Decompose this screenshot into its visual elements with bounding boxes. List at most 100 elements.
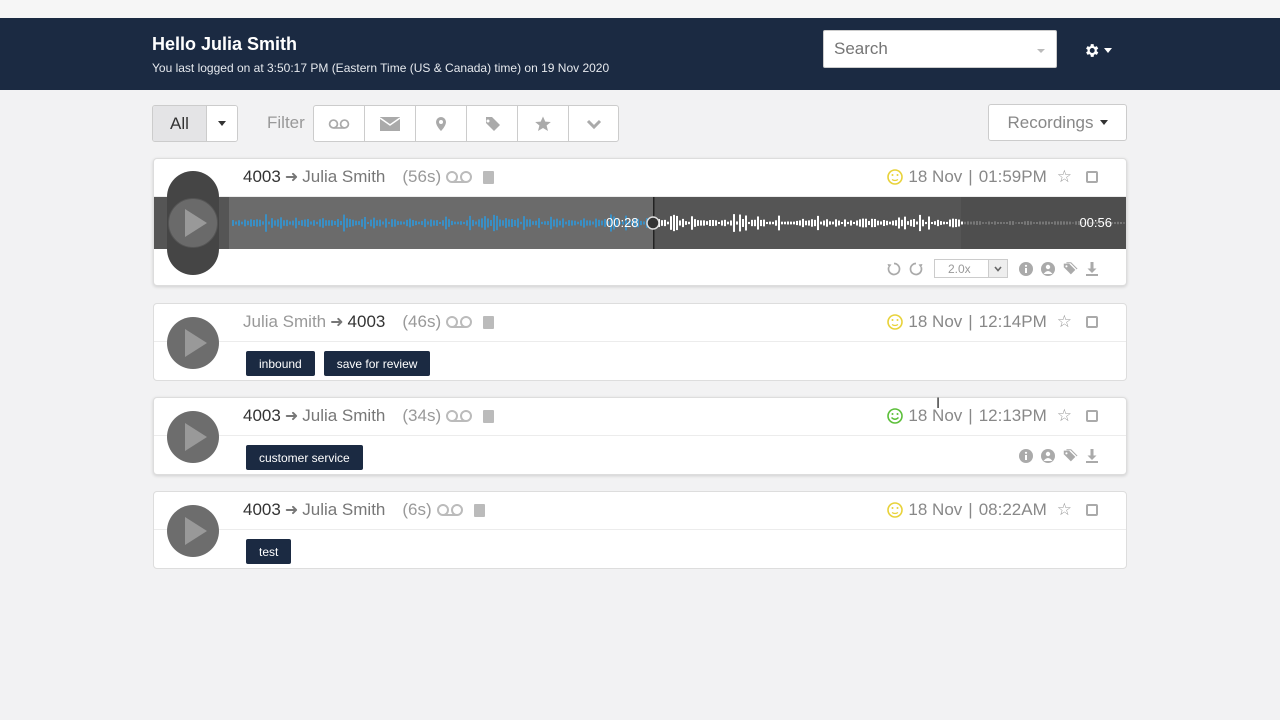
play-button[interactable]: [167, 171, 219, 275]
waveform-bar: [727, 221, 729, 225]
waveform-bar: [451, 220, 453, 226]
playhead-handle[interactable]: [646, 216, 660, 230]
tag-badge[interactable]: test: [246, 539, 292, 564]
all-button[interactable]: All: [153, 106, 206, 141]
waveform-bar: [283, 220, 285, 226]
forward-icon[interactable]: [908, 261, 924, 277]
call-title: 4003 ➜ Julia Smith (6s): [243, 500, 485, 520]
waveform-bar: [967, 221, 969, 225]
select-checkbox[interactable]: [1086, 504, 1098, 516]
call-to: Julia Smith: [302, 406, 386, 425]
player-actions: 2.0x: [886, 259, 1100, 278]
rewind-icon[interactable]: [886, 261, 902, 277]
waveform-bar: [1042, 221, 1044, 225]
waveform-bar: [484, 216, 486, 230]
favorite-star-icon[interactable]: ☆: [1057, 312, 1072, 332]
search-input[interactable]: [823, 30, 1057, 68]
waveform-bar: [973, 221, 975, 225]
info-icon[interactable]: [1018, 448, 1034, 464]
waveform-bar: [1057, 221, 1059, 225]
waveform-bar: [421, 221, 423, 225]
search-dropdown-caret[interactable]: [1037, 49, 1045, 53]
waveform-bar: [829, 221, 831, 225]
caret-down-icon: [1103, 47, 1112, 53]
waveform-bar: [478, 219, 480, 227]
call-date: 18 Nov: [908, 312, 963, 331]
play-button[interactable]: [167, 317, 219, 369]
favorite-star-icon[interactable]: ☆: [1057, 406, 1072, 426]
sentiment-neutral-icon: [887, 314, 904, 330]
waveform-bar: [853, 221, 855, 225]
filter-location-button[interactable]: [416, 106, 467, 141]
waveform-bar: [1033, 222, 1035, 224]
tags-icon[interactable]: [1062, 448, 1078, 464]
waveform-bar: [268, 221, 270, 225]
note-icon[interactable]: [483, 409, 495, 423]
filter-voicemail-button[interactable]: [314, 106, 365, 141]
waveform-bar: [1012, 221, 1014, 225]
select-checkbox[interactable]: [1086, 316, 1098, 328]
waveform-bar: [256, 219, 258, 227]
waveform-bar: [748, 221, 750, 225]
waveform-bar: [775, 220, 777, 226]
settings-menu-button[interactable]: [1072, 38, 1122, 62]
share-contact-icon[interactable]: [1040, 448, 1056, 464]
envelope-icon: [379, 116, 401, 131]
audio-waveform[interactable]: 00:28 00:56: [154, 197, 1126, 249]
waveform-bar: [1063, 221, 1065, 225]
waveform-bar: [325, 220, 327, 226]
filter-email-button[interactable]: [365, 106, 416, 141]
tags-icon[interactable]: [1062, 261, 1078, 277]
all-dropdown-button[interactable]: [206, 106, 237, 141]
playback-speed-select[interactable]: 2.0x: [934, 259, 1008, 278]
favorite-star-icon[interactable]: ☆: [1057, 500, 1072, 520]
waveform-bar: [541, 221, 543, 225]
waveform-bar: [235, 221, 237, 225]
waveform-bar: [412, 220, 414, 226]
waveform-bar: [1036, 221, 1038, 225]
waveform-bar: [307, 218, 309, 228]
share-contact-icon[interactable]: [1040, 261, 1056, 277]
note-icon[interactable]: [473, 503, 485, 517]
waveform-bar: [847, 221, 849, 225]
download-icon[interactable]: [1084, 448, 1100, 464]
waveform-bar: [538, 218, 540, 228]
select-checkbox[interactable]: [1086, 171, 1098, 183]
play-button[interactable]: [167, 411, 219, 463]
waveform-bar: [1039, 221, 1041, 225]
tag-icon: [485, 116, 500, 131]
waveform-bar: [280, 217, 282, 229]
waveform-bar: [547, 221, 549, 225]
filter-tag-button[interactable]: [467, 106, 518, 141]
waveform-bar: [511, 218, 513, 228]
filter-more-button[interactable]: [569, 106, 618, 141]
play-button[interactable]: [167, 505, 219, 557]
recordings-dropdown[interactable]: Recordings: [988, 104, 1127, 141]
info-icon[interactable]: [1018, 261, 1034, 277]
card-divider: [154, 341, 1126, 342]
waveform-bar: [337, 219, 339, 227]
download-icon[interactable]: [1084, 261, 1100, 277]
call-card: 4003 ➜ Julia Smith (34s) 18 Nov | 12:13P…: [153, 397, 1127, 475]
call-duration: (34s): [402, 406, 442, 425]
waveform-bar: [259, 219, 261, 227]
waveform-bar: [457, 221, 459, 225]
waveform-bar: [730, 220, 732, 226]
waveform-bar: [352, 219, 354, 227]
tag-badge[interactable]: save for review: [323, 351, 431, 376]
tag-badge[interactable]: customer service: [246, 445, 363, 470]
call-from: 4003: [243, 406, 281, 425]
favorite-star-icon[interactable]: ☆: [1057, 167, 1072, 187]
filter-star-button[interactable]: [518, 106, 569, 141]
waveform-bar: [901, 219, 903, 227]
tag-badge[interactable]: inbound: [246, 351, 315, 376]
select-checkbox[interactable]: [1086, 410, 1098, 422]
note-icon[interactable]: [483, 170, 495, 184]
waveform-bar: [892, 220, 894, 226]
waveform-bar: [703, 220, 705, 226]
note-icon[interactable]: [483, 315, 495, 329]
waveform-bar: [760, 219, 762, 227]
call-to: Julia Smith: [302, 500, 386, 519]
waveform-bar: [913, 219, 915, 227]
waveform-bar: [397, 221, 399, 225]
